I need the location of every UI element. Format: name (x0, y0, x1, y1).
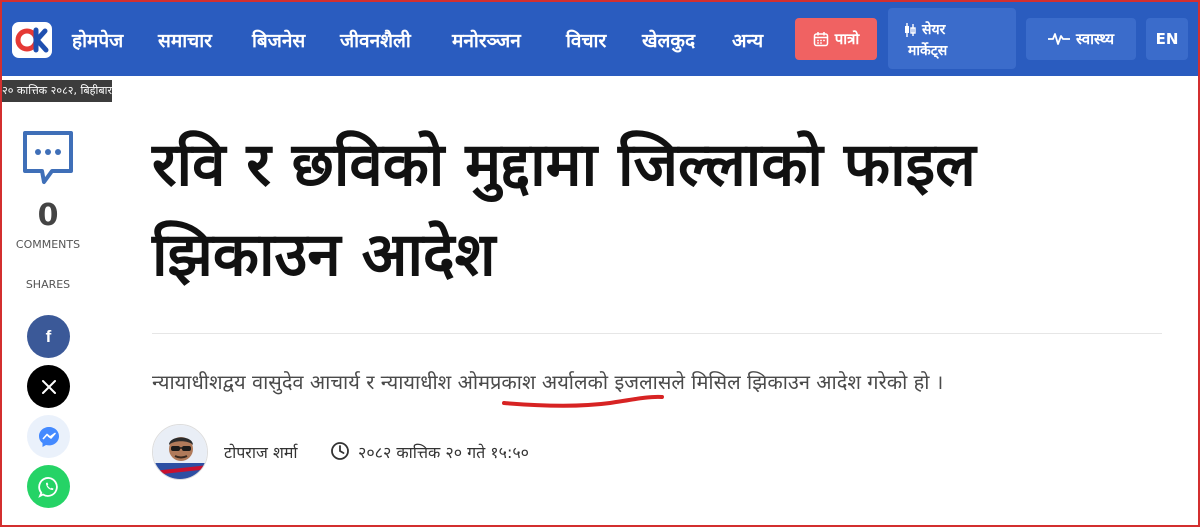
clock-icon (331, 442, 349, 460)
publish-datetime: २०८२ कात्तिक २० गते १५:५० (358, 443, 529, 462)
facebook-share-button[interactable]: f (27, 315, 70, 358)
comment-icon[interactable] (22, 130, 74, 186)
article-summary: न्यायाधीशद्वय वासुदेव आचार्य र न्यायाधीश… (152, 370, 944, 394)
author-avatar[interactable] (152, 424, 208, 480)
whatsapp-icon (37, 476, 58, 498)
x-icon (41, 379, 56, 394)
nav-item-entertainment[interactable]: मनोरञ्जन (452, 27, 521, 53)
article-headline: रवि र छविको मुद्दामा जिल्लाको फाइल झिकाउ… (152, 130, 976, 290)
health-label: स्वास्थ्य (1075, 30, 1115, 48)
red-underline-annotation (502, 394, 664, 408)
patro-label: पात्रो (834, 30, 860, 48)
nav-item-homepage[interactable]: होमपेज (72, 27, 123, 53)
nav-item-other[interactable]: अन्य (732, 27, 763, 53)
divider (152, 333, 1162, 334)
nav-item-news[interactable]: समाचार (158, 27, 212, 53)
health-button[interactable]: स्वास्थ्य (1026, 18, 1136, 60)
messenger-share-button[interactable] (27, 415, 70, 458)
shares-label: SHARES (25, 278, 71, 291)
author-name[interactable]: टोपराज शर्मा (224, 441, 298, 463)
date-bar: २० कात्तिक २०८२, बिहीबार (0, 80, 112, 102)
patro-button[interactable]: पात्रो (795, 18, 877, 60)
share-markets-label-line2: मार्केट्स (908, 43, 948, 59)
language-en-button[interactable]: EN (1146, 18, 1188, 60)
share-markets-label-line1: सेयर (922, 22, 946, 38)
comments-label: COMMENTS (15, 238, 81, 251)
x-share-button[interactable] (27, 365, 70, 408)
ok-logo-icon[interactable] (12, 22, 52, 58)
pulse-icon (1047, 33, 1070, 45)
nav-item-sports[interactable]: खेलकुद (642, 27, 695, 53)
top-navigation-bar: होमपेज समाचार बिजनेस जीवनशैली मनोरञ्जन व… (0, 0, 1200, 76)
calendar-icon (813, 32, 828, 47)
facebook-icon: f (45, 326, 52, 346)
whatsapp-share-button[interactable] (27, 465, 70, 508)
nav-item-lifestyle[interactable]: जीवनशैली (340, 27, 411, 53)
nav-item-opinion[interactable]: विचार (566, 27, 606, 53)
comment-count: 0 (37, 198, 59, 233)
candlestick-icon (905, 23, 916, 37)
share-markets-button[interactable]: सेयर मार्केट्स (888, 8, 1016, 69)
nav-item-business[interactable]: बिजनेस (252, 27, 305, 53)
messenger-icon (38, 426, 59, 447)
